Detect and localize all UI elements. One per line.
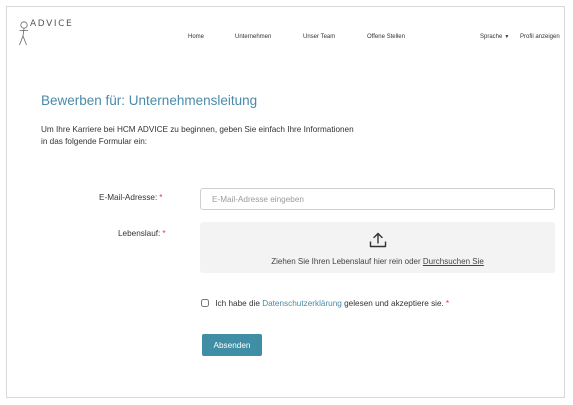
language-dropdown[interactable]: Sprache ▼ — [480, 34, 509, 40]
upload-icon — [369, 232, 387, 248]
browse-files-link[interactable]: Durchsuchen Sie — [423, 257, 484, 266]
nav-jobs[interactable]: Offene Stellen — [367, 34, 405, 40]
required-mark: * — [162, 229, 166, 238]
cv-label: Lebenslauf: * — [118, 229, 166, 238]
email-field[interactable] — [200, 188, 555, 210]
dropzone-instruction: Ziehen Sie Ihren Lebenslauf hier rein od… — [271, 257, 421, 266]
dropzone-text: Ziehen Sie Ihren Lebenslauf hier rein od… — [200, 257, 555, 266]
required-mark: * — [159, 193, 163, 202]
logo-text: ADVICE — [30, 19, 74, 29]
caret-down-icon: ▼ — [504, 34, 510, 40]
email-label-text: E-Mail-Adresse: — [99, 193, 158, 202]
privacy-consent: Ich habe die Datenschutzerklärung gelese… — [200, 299, 449, 308]
nav-companies[interactable]: Unternehmen — [235, 34, 271, 40]
consent-text-before: Ich habe die — [215, 299, 260, 308]
nav-home[interactable]: Home — [188, 34, 204, 40]
page-frame: ADVICE Home Unternehmen Unser Team Offen… — [6, 6, 565, 398]
nav-team[interactable]: Unser Team — [303, 34, 335, 40]
cv-label-text: Lebenslauf: — [118, 229, 161, 238]
privacy-policy-link[interactable]: Datenschutzerklärung — [262, 299, 342, 308]
consent-text-after: gelesen und akzeptiere sie. — [344, 299, 444, 308]
required-mark: * — [445, 299, 449, 308]
language-label: Sprache — [480, 34, 503, 40]
page-title: Bewerben für: Unternehmensleitung — [41, 93, 258, 108]
intro-text: Um Ihre Karriere bei HCM ADVICE zu begin… — [41, 125, 354, 146]
email-label: E-Mail-Adresse: * — [99, 193, 162, 202]
cv-dropzone[interactable]: Ziehen Sie Ihren Lebenslauf hier rein od… — [200, 222, 555, 273]
privacy-consent-checkbox[interactable] — [201, 299, 209, 307]
nav-profile[interactable]: Profil anzeigen — [520, 34, 560, 40]
submit-button[interactable]: Absenden — [202, 334, 262, 356]
